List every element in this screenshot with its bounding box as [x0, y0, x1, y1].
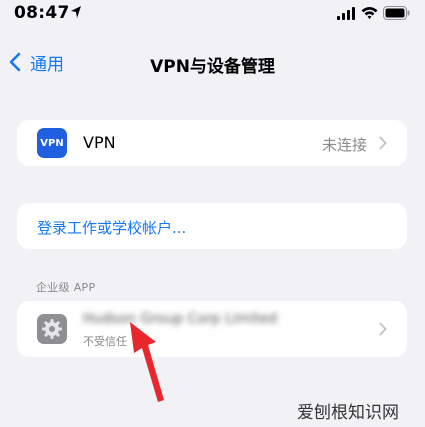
page-title: VPN与设备管理: [150, 57, 275, 77]
navigation-bar: 通用 VPN与设备管理: [0, 44, 425, 78]
login-row: 登录工作或学校帐户...: [17, 203, 407, 249]
vpn-row[interactable]: VPN VPN 未连接: [17, 120, 407, 166]
location-icon: [71, 6, 81, 18]
arrow-annotation: [130, 322, 164, 402]
chevron-right-icon: [379, 322, 387, 336]
signal-icon: [337, 7, 355, 20]
vpn-icon: VPN: [37, 128, 67, 158]
status-bar: 08:47: [0, 0, 425, 28]
battery-icon: [383, 6, 410, 20]
enterprise-app-row[interactable]: Hudson Group Corp Limited 不受信任: [17, 301, 407, 357]
enterprise-app-section-header: 企业级 APP: [36, 281, 96, 294]
wifi-icon: [361, 7, 378, 19]
enterprise-app-name: Hudson Group Corp Limited: [83, 311, 278, 327]
chevron-right-icon: [379, 136, 387, 150]
watermark: 爱刨根知识网: [297, 403, 399, 423]
settings-app-icon: [37, 314, 67, 344]
sign-in-work-school-account-link[interactable]: 登录工作或学校帐户...: [37, 217, 186, 238]
vpn-label: VPN: [83, 133, 116, 152]
gear-icon: [42, 319, 62, 339]
status-time: 08:47: [14, 3, 70, 23]
vpn-status: 未连接: [321, 136, 367, 154]
